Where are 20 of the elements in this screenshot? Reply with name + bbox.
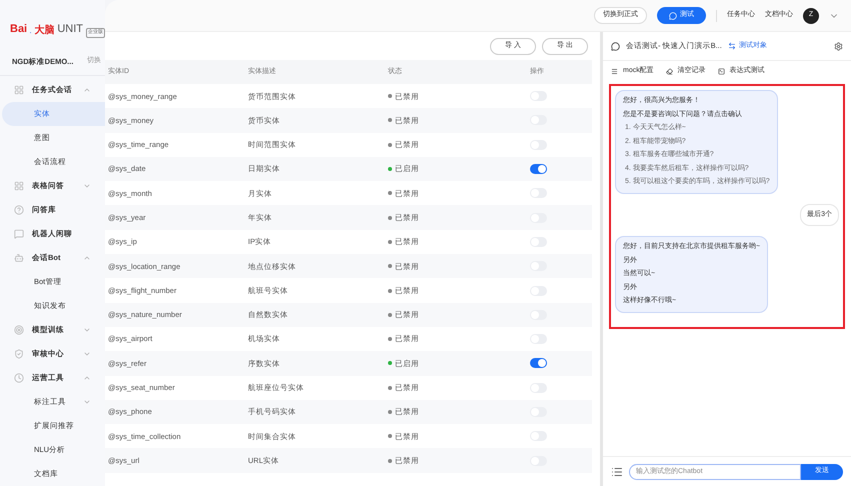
nav-icon bbox=[14, 349, 24, 359]
nav-icon bbox=[14, 229, 24, 239]
nav-icon bbox=[14, 205, 24, 215]
chat-bubble-icon bbox=[669, 12, 677, 20]
swap-arrows-icon bbox=[728, 42, 736, 50]
menu-icon bbox=[611, 68, 618, 75]
product-name: UNIT bbox=[57, 22, 83, 38]
nav-icon bbox=[14, 181, 24, 191]
nav-icon bbox=[14, 85, 24, 95]
logo-text: Bai bbox=[10, 22, 28, 38]
nav-icon bbox=[14, 253, 24, 263]
nav-icon bbox=[14, 325, 24, 335]
toggle-switch[interactable] bbox=[530, 164, 547, 174]
eraser-icon bbox=[666, 68, 673, 75]
chat-icon bbox=[611, 42, 620, 50]
toggle-switch[interactable] bbox=[530, 358, 547, 368]
logo-text: 大脑 bbox=[34, 23, 54, 38]
nav-icon bbox=[14, 373, 24, 383]
terminal-icon bbox=[718, 68, 725, 75]
settings-icon[interactable] bbox=[834, 42, 843, 50]
